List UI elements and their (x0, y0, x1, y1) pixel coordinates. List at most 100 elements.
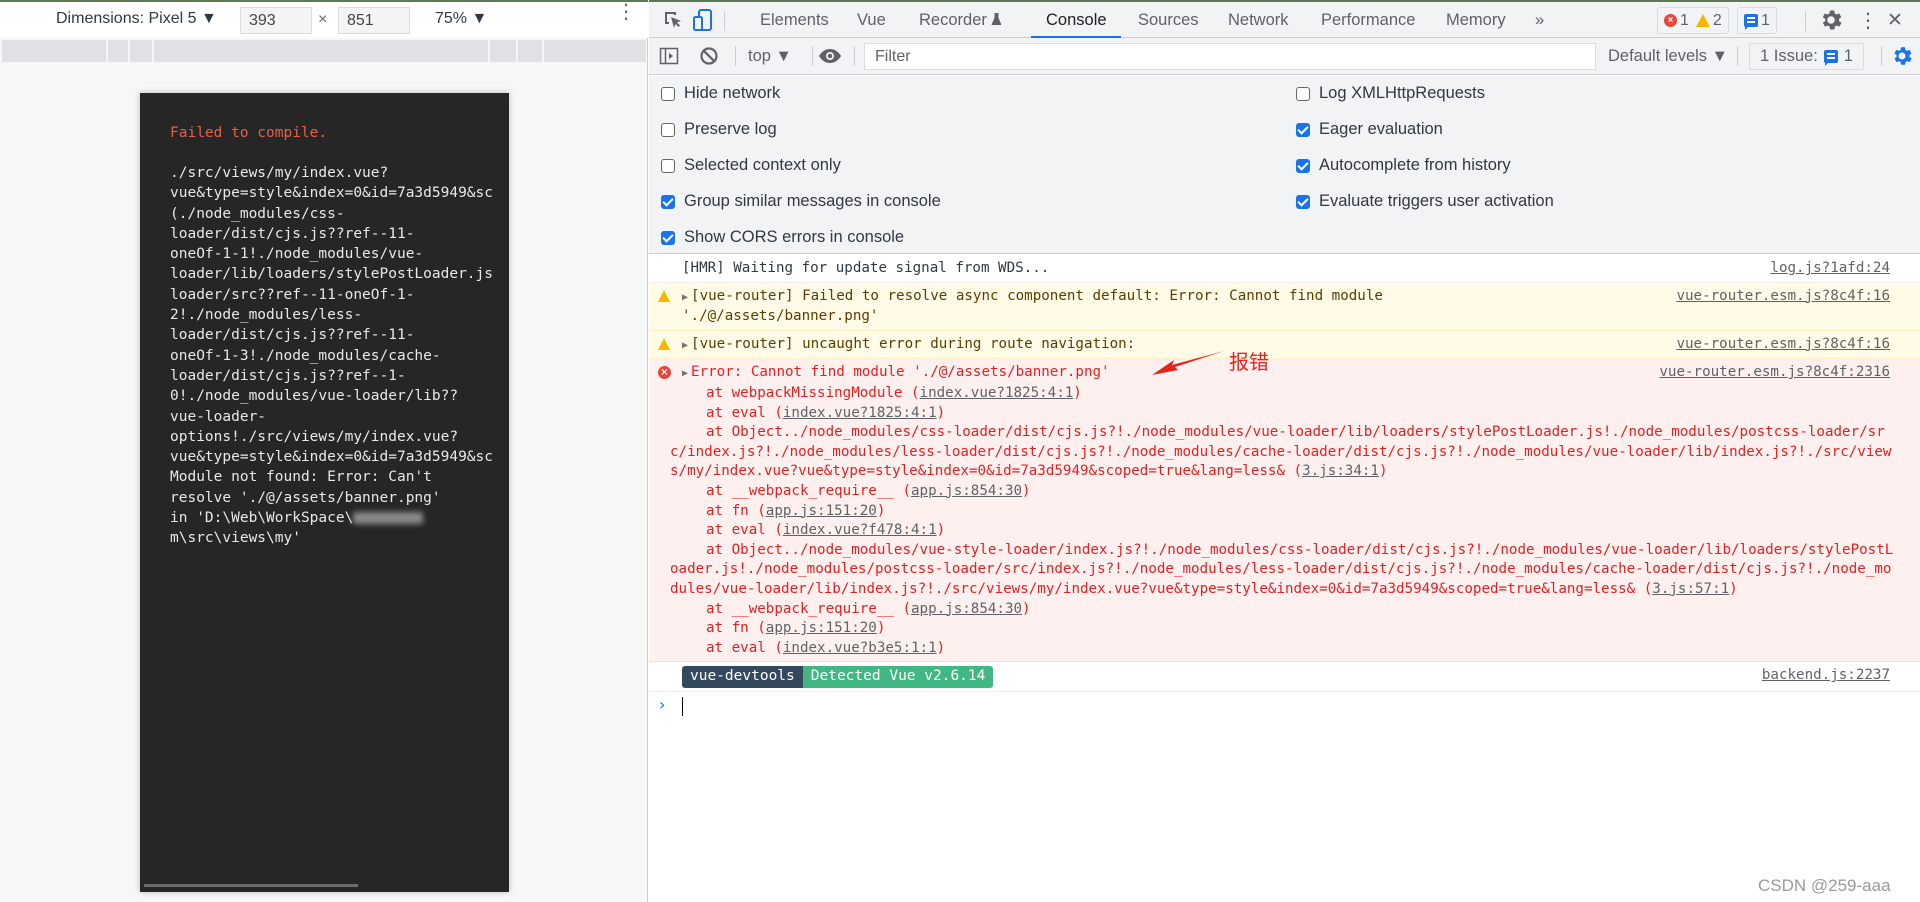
setting-label: Evaluate triggers user activation (1319, 192, 1554, 210)
stack-frame-link[interactable]: app.js:151:20 (766, 503, 877, 519)
stack-frame: at eval (index.vue?f478:4:1) (670, 521, 1894, 541)
javascript-context-select[interactable]: top ▼ (748, 47, 792, 66)
more-tabs-icon[interactable]: » (1535, 11, 1544, 30)
console-message-error[interactable]: × ▶ Error: Cannot find module './@/assets… (649, 359, 1920, 663)
compile-error-line: oneOf-1-3!./node_modules/cache- (170, 347, 441, 364)
tab-recorder[interactable]: Recorder (919, 11, 1002, 30)
show-sidebar-icon[interactable] (659, 46, 679, 66)
issues-button[interactable]: 1 Issue: 1 (1749, 43, 1864, 70)
stack-frame-text: at eval ( (706, 639, 783, 656)
device-more-options-icon[interactable]: ⋮ (616, 2, 636, 22)
tab-performance[interactable]: Performance (1321, 11, 1415, 30)
error-icon: × (658, 366, 671, 380)
setting-label: Group similar messages in console (684, 192, 941, 210)
checkbox[interactable] (661, 230, 675, 245)
message-counter[interactable]: 1 (1737, 7, 1777, 34)
setting-selected-context-only[interactable]: Selected context only (661, 156, 841, 175)
message-body: ▶ [vue-router] Failed to resolve async co… (682, 287, 1642, 327)
setting-hide-network[interactable]: Hide network (661, 84, 780, 103)
stack-frame-text: ) (1729, 580, 1738, 597)
expand-triangle-icon[interactable]: ▶ (682, 292, 688, 303)
compile-error-line: m\src\views\my' (170, 530, 301, 547)
inspect-element-icon[interactable] (660, 7, 686, 33)
stack-frame: at fn (app.js:151:20) (670, 619, 1894, 639)
customize-devtools-menu-icon[interactable]: ⋮ (1858, 8, 1878, 33)
tab-memory[interactable]: Memory (1446, 11, 1506, 30)
clear-console-icon[interactable] (699, 46, 719, 66)
compile-error-line-redacted: in 'D:\Web\WorkSpace\ (170, 508, 493, 528)
stack-frame-link[interactable]: app.js:854:30 (911, 601, 1022, 617)
device-toggle-icon[interactable] (690, 7, 716, 33)
compile-error-line: loader/dist/cjs.js??ref--11- (170, 225, 415, 242)
checkbox[interactable] (661, 194, 675, 209)
error-warning-counter[interactable]: × 1 2 (1657, 7, 1729, 34)
checkbox[interactable] (1296, 194, 1310, 209)
message-source-link[interactable]: vue-router.esm.js?8c4f:16 (1676, 287, 1890, 307)
live-expression-eye-icon[interactable] (817, 46, 843, 66)
message-count: 1 (1761, 11, 1770, 29)
console-message-vue-devtools: vue-devtools Detected Vue v2.6.14 backen… (649, 662, 1920, 692)
stack-frame-link[interactable]: 3.js:57:1 (1652, 581, 1729, 597)
setting-show-cors-errors-in-console[interactable]: Show CORS errors in console (661, 228, 904, 247)
experiment-flask-icon (991, 13, 1002, 25)
message-source-link[interactable]: vue-router.esm.js?8c4f:2316 (1659, 363, 1890, 383)
message-source-link[interactable]: backend.js:2237 (1762, 666, 1890, 686)
setting-label: Eager evaluation (1319, 120, 1443, 138)
tab-vue[interactable]: Vue (857, 11, 886, 30)
stack-frame-link[interactable]: index.vue?b3e5:1:1 (783, 640, 937, 656)
setting-eager-evaluation[interactable]: Eager evaluation (1296, 120, 1443, 139)
setting-log-xmlhttprequests[interactable]: Log XMLHttpRequests (1296, 84, 1485, 103)
checkbox[interactable] (1296, 86, 1310, 101)
close-devtools-icon[interactable]: ✕ (1887, 9, 1903, 32)
horizontal-scrollbar[interactable] (144, 884, 358, 887)
device-zoom-select[interactable]: 75% ▼ (435, 10, 487, 28)
console-message-warning[interactable]: ▶ [vue-router] uncaught error during rout… (649, 330, 1920, 360)
setting-label: Selected context only (684, 156, 841, 174)
stack-frame-link[interactable]: app.js:151:20 (766, 620, 877, 636)
setting-label: Autocomplete from history (1319, 156, 1511, 174)
checkbox[interactable] (661, 158, 675, 173)
device-dimensions-select[interactable]: Dimensions: Pixel 5 ▼ (56, 10, 217, 28)
message-source-link[interactable]: vue-router.esm.js?8c4f:16 (1676, 335, 1890, 355)
setting-evaluate-triggers-user-activation[interactable]: Evaluate triggers user activation (1296, 192, 1554, 211)
device-width-input[interactable] (240, 7, 312, 34)
tab-elements[interactable]: Elements (760, 11, 829, 30)
console-filter-input[interactable] (864, 43, 1596, 70)
compile-error-line: loader/src??ref--11-oneOf-1- (170, 286, 415, 303)
console-message-warning[interactable]: ▶ [vue-router] Failed to resolve async co… (649, 282, 1920, 331)
toolbar-divider (1805, 11, 1806, 31)
toolbar-divider (1737, 46, 1738, 66)
tab-console[interactable]: Console (1046, 11, 1107, 30)
checkbox[interactable] (1296, 158, 1310, 173)
checkbox[interactable] (661, 86, 675, 101)
stack-frame-link[interactable]: index.vue?1825:4:1 (920, 385, 1074, 401)
stack-frame-text: at fn ( (706, 620, 766, 637)
stack-frame-link[interactable]: 3.js:34:1 (1302, 463, 1379, 479)
settings-gear-icon[interactable] (1818, 7, 1844, 33)
stack-frame: at fn (app.js:151:20) (670, 502, 1894, 522)
device-height-input[interactable] (338, 7, 410, 34)
console-prompt[interactable]: › (649, 692, 1920, 718)
checkbox[interactable] (1296, 122, 1310, 137)
expand-triangle-icon[interactable]: ▶ (682, 368, 688, 379)
setting-label: Log XMLHttpRequests (1319, 84, 1486, 102)
stack-frame: at Object../node_modules/css-loader/dist… (670, 423, 1894, 482)
stack-frame-link[interactable]: app.js:854:30 (911, 483, 1022, 499)
setting-group-similar-messages-in-console[interactable]: Group similar messages in console (661, 192, 941, 211)
console-settings-gear-icon[interactable] (1890, 44, 1914, 68)
tab-network[interactable]: Network (1228, 11, 1289, 30)
stack-frame-link[interactable]: index.vue?f478:4:1 (783, 522, 937, 538)
log-levels-select[interactable]: Default levels ▼ (1608, 47, 1728, 66)
media-query-ruler[interactable] (2, 40, 646, 62)
message-source-link[interactable]: log.js?1afd:24 (1770, 259, 1890, 279)
setting-preserve-log[interactable]: Preserve log (661, 120, 777, 139)
stack-frame-link[interactable]: index.vue?1825:4:1 (783, 405, 937, 421)
issues-label: 1 Issue: (1760, 47, 1818, 65)
message-text: [HMR] Waiting for update signal from WDS… (682, 260, 1050, 276)
stack-frame-text: at Object../node_modules/css-loader/dist… (670, 424, 1892, 480)
setting-autocomplete-from-history[interactable]: Autocomplete from history (1296, 156, 1511, 175)
expand-triangle-icon[interactable]: ▶ (682, 340, 688, 351)
tab-sources[interactable]: Sources (1138, 11, 1199, 30)
console-toolbar: top ▼ Default levels ▼ 1 Issue: 1 (649, 38, 1920, 75)
checkbox[interactable] (661, 122, 675, 137)
